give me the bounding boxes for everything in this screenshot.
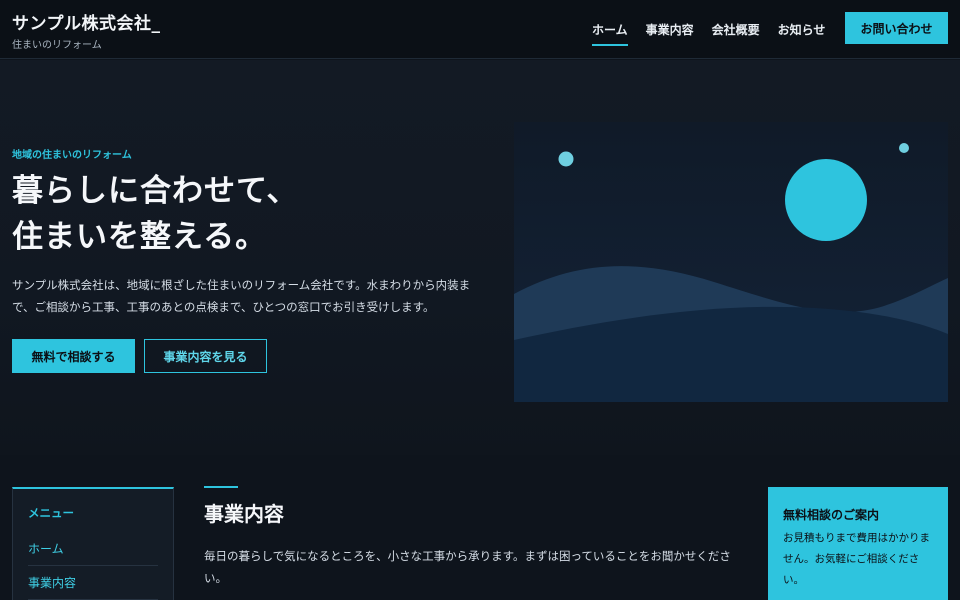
consult-text: お見積もりまで費用はかかりません。お気軽にご相談ください。 bbox=[783, 532, 930, 586]
section-accent-line bbox=[204, 486, 238, 488]
sidebar-title: メニュー bbox=[28, 506, 74, 520]
illustration-moon bbox=[785, 159, 867, 241]
consult-info-box: 無料相談のご案内 お見積もりまで費用はかかりません。お気軽にご相談ください。 bbox=[768, 487, 948, 600]
nav-item-services[interactable]: 事業内容 bbox=[646, 21, 694, 46]
nav-item-company[interactable]: 会社概要 bbox=[712, 21, 760, 46]
illustration-small-circle bbox=[558, 151, 574, 167]
site-header: サンプル株式会社_ 住まいのリフォーム ホーム 事業内容 会社概要 お知らせ お… bbox=[0, 0, 960, 59]
contact-button[interactable]: お問い合わせ bbox=[845, 12, 948, 44]
hero-illustration bbox=[514, 122, 948, 402]
section-title: 事業内容 bbox=[204, 502, 284, 526]
consult-title: 無料相談のご案内 bbox=[783, 508, 880, 522]
free-consult-button[interactable]: 無料で相談する bbox=[12, 339, 135, 373]
sidebar-item-home[interactable]: ホーム bbox=[28, 540, 158, 566]
sidebar-item-services[interactable]: 事業内容 bbox=[28, 574, 158, 600]
main-nav: ホーム 事業内容 会社概要 お知らせ bbox=[592, 21, 843, 46]
sidebar-menu: メニュー ホーム 事業内容 bbox=[12, 487, 174, 600]
nav-item-home[interactable]: ホーム bbox=[592, 21, 628, 46]
hero-eyebrow: 地域の住まいのリフォーム bbox=[12, 150, 132, 161]
hero-headline: 暮らしに合わせて、 住まいを整える。 bbox=[12, 168, 432, 260]
nav-item-news[interactable]: お知らせ bbox=[778, 21, 826, 46]
site-tagline: 住まいのリフォーム bbox=[12, 40, 102, 51]
section-text: 毎日の暮らしで気になるところを、小さな工事から承ります。まずは困っていることをお… bbox=[204, 549, 731, 585]
hero-lead-text: サンプル株式会社は、地域に根ざした住まいのリフォーム会社です。水まわりから内装ま… bbox=[12, 278, 471, 314]
site-title[interactable]: サンプル株式会社_ bbox=[12, 9, 161, 34]
hero-headline-line1: 暮らしに合わせて、 bbox=[12, 173, 299, 209]
illustration-tiny-circle bbox=[899, 143, 909, 153]
hero-headline-line2: 住まいを整える。 bbox=[12, 219, 268, 255]
view-services-button[interactable]: 事業内容を見る bbox=[144, 339, 267, 373]
hero-section: 地域の住まいのリフォーム 暮らしに合わせて、 住まいを整える。 サンプル株式会社… bbox=[0, 60, 960, 455]
